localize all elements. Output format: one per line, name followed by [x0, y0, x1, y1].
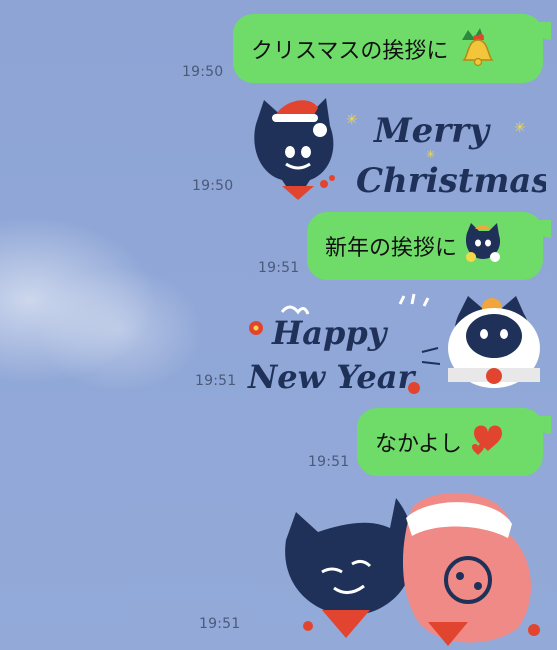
cat-emoji-icon: [461, 221, 505, 271]
message-time: 19:50: [192, 178, 234, 194]
bell-emoji-icon: [454, 22, 502, 76]
message-text: クリスマスの挨拶に: [251, 38, 449, 64]
cat-friends-sticker[interactable]: [272, 488, 554, 650]
message-text: 新年の挨拶に: [325, 236, 458, 261]
svg-text:✳: ✳: [346, 112, 358, 128]
sticker-caption: New Year: [247, 358, 416, 396]
bubble-tail: [533, 22, 551, 40]
cat-santa-sticker[interactable]: ✳ ✳ ✳ Merry Christmas: [246, 94, 546, 204]
sticker-caption: Christmas: [356, 161, 546, 201]
svg-text:✳: ✳: [514, 120, 526, 136]
message-time: 19:51: [199, 616, 241, 632]
svg-text:Happy: Happy: [271, 314, 389, 352]
message-bubble[interactable]: なかよし: [357, 408, 551, 476]
message-time: 19:51: [195, 373, 237, 389]
message-time: 19:51: [258, 260, 300, 276]
bubble-tail: [533, 220, 551, 238]
svg-text:Merry: Merry: [373, 111, 491, 151]
message-time: 19:51: [308, 454, 350, 470]
hearts-emoji-icon: [468, 417, 512, 467]
message-time: 19:50: [182, 64, 224, 80]
cat-kagamimochi-sticker[interactable]: Happy New Year: [242, 292, 542, 402]
message-text: なかよし: [375, 432, 462, 457]
message-bubble[interactable]: 新年の挨拶に: [307, 212, 551, 280]
bubble-tail: [533, 416, 551, 434]
message-bubble[interactable]: クリスマスの挨拶に: [233, 14, 551, 83]
